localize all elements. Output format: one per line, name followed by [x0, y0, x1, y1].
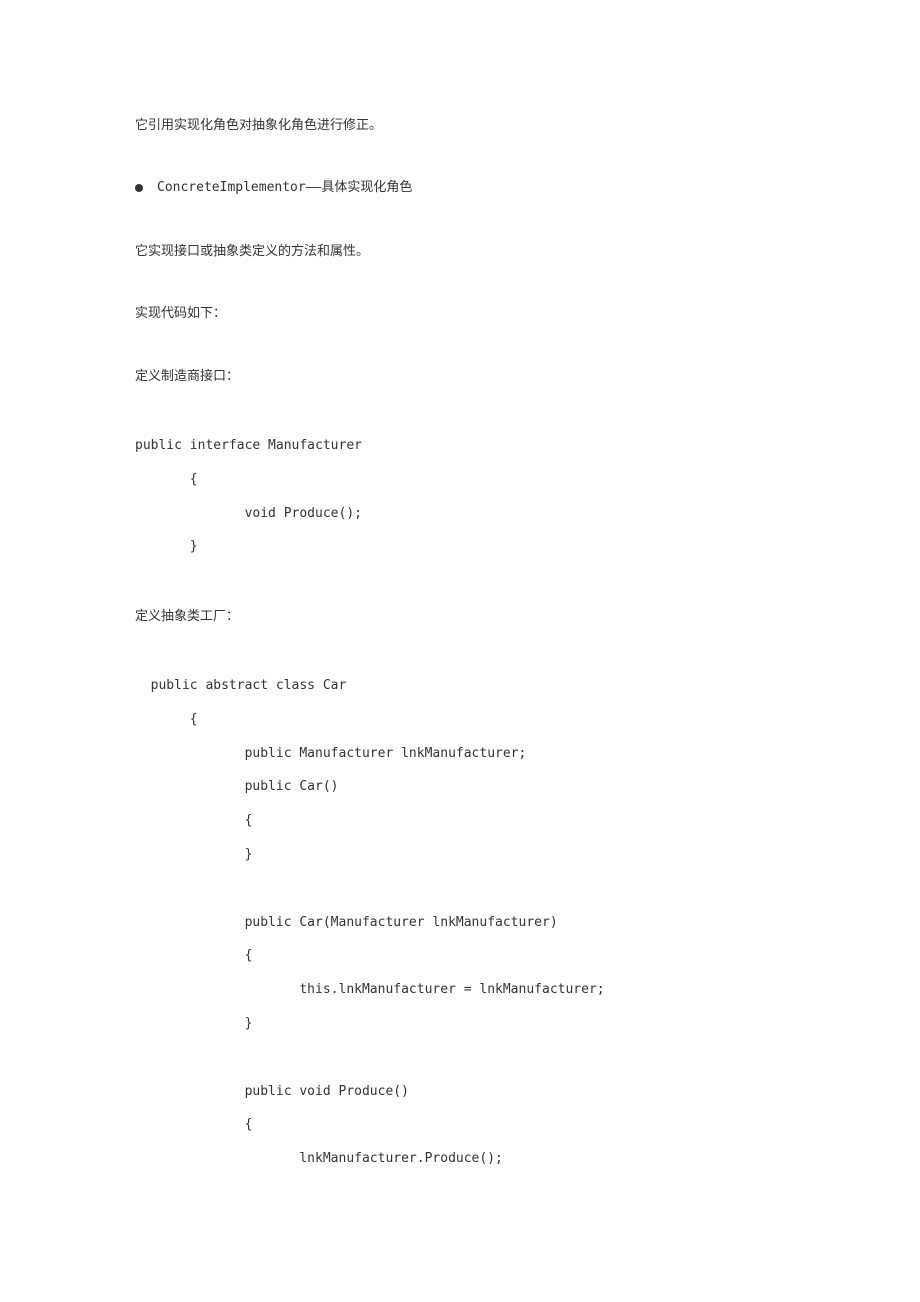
document-page: 它引用实现化角色对抽象化角色进行修正。 ConcreteImplementor—… — [0, 0, 920, 1302]
paragraph-concrete-implementor-desc: 它实现接口或抽象类定义的方法和属性。 — [135, 241, 785, 262]
paragraph-abstract-factory-label: 定义抽象类工厂： — [135, 606, 785, 627]
paragraph-refined-abstraction: 它引用实现化角色对抽象化角色进行修正。 — [135, 115, 785, 136]
code-block-abstract-class-car: public abstract class Car { public Manuf… — [135, 669, 785, 1176]
paragraph-manufacturer-interface-label: 定义制造商接口： — [135, 366, 785, 387]
code-block-manufacturer-interface: public interface Manufacturer { void Pro… — [135, 429, 785, 564]
bullet-heading-text: ConcreteImplementor——具体实现化角色 — [157, 178, 412, 199]
paragraph-impl-intro: 实现代码如下： — [135, 303, 785, 324]
circle-bullet-icon — [135, 184, 143, 192]
bullet-heading-row: ConcreteImplementor——具体实现化角色 — [135, 178, 785, 199]
